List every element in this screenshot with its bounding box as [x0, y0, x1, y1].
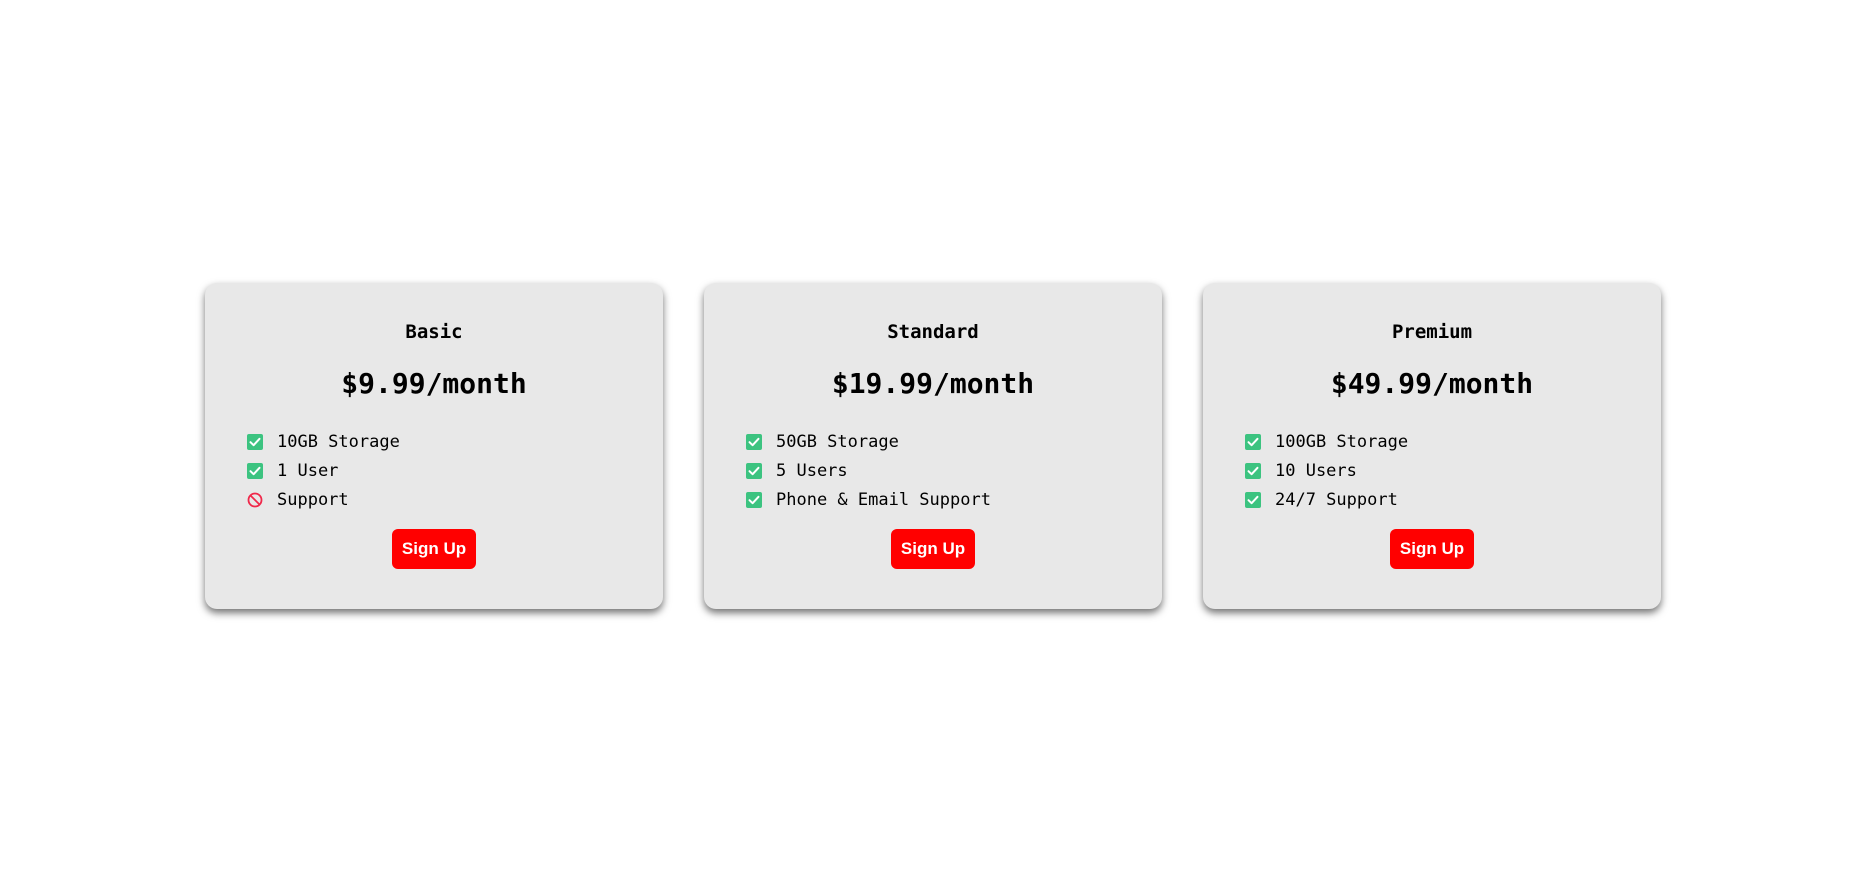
plan-price: $19.99/month [831, 367, 1035, 400]
feature-item: 50GB Storage [746, 427, 991, 456]
pricing-card-standard: Standard $19.99/month 50GB Storage 5 Use… [704, 283, 1162, 609]
check-box-icon [1245, 433, 1261, 450]
plan-price: $9.99/month [341, 367, 527, 400]
feature-item: 10 Users [1245, 456, 1408, 485]
feature-item: 100GB Storage [1245, 427, 1408, 456]
feature-item: Support [247, 485, 400, 514]
check-box-icon [1245, 462, 1261, 479]
feature-item: 1 User [247, 456, 400, 485]
check-box-icon [247, 433, 263, 450]
check-box-icon [1245, 491, 1261, 508]
feature-text: 1 User [277, 460, 339, 481]
pricing-card-basic: Basic $9.99/month 10GB Storage 1 User Su… [205, 283, 663, 609]
pricing-cards: Basic $9.99/month 10GB Storage 1 User Su… [205, 283, 1661, 609]
feature-text: Support [277, 489, 349, 510]
feature-item: 5 Users [746, 456, 991, 485]
feature-item: 10GB Storage [247, 427, 400, 456]
feature-text: 5 Users [776, 460, 848, 481]
feature-list: 50GB Storage 5 Users Phone & Email Suppo… [746, 427, 991, 514]
feature-text: 10GB Storage [277, 431, 400, 452]
feature-item: 24/7 Support [1245, 485, 1408, 514]
feature-text: 100GB Storage [1275, 431, 1409, 452]
feature-text: 10 Users [1275, 460, 1357, 481]
check-box-icon [247, 462, 263, 479]
check-box-icon [746, 433, 762, 450]
sign-up-button[interactable]: Sign Up [1390, 529, 1474, 569]
feature-list: 10GB Storage 1 User Support [247, 427, 400, 514]
check-box-icon [746, 491, 762, 508]
prohibited-icon [247, 492, 263, 508]
feature-list: 100GB Storage 10 Users 24/7 Support [1245, 427, 1408, 514]
plan-name: Premium [1391, 321, 1473, 343]
sign-up-button[interactable]: Sign Up [392, 529, 476, 569]
feature-text: 50GB Storage [776, 431, 899, 452]
pricing-card-premium: Premium $49.99/month 100GB Storage 10 Us… [1203, 283, 1661, 609]
plan-name: Basic [405, 321, 463, 343]
feature-text: 24/7 Support [1275, 489, 1398, 510]
plan-price: $49.99/month [1330, 367, 1534, 400]
plan-name: Standard [887, 321, 979, 343]
check-box-icon [746, 462, 762, 479]
sign-up-button[interactable]: Sign Up [891, 529, 975, 569]
feature-item: Phone & Email Support [746, 485, 991, 514]
feature-text: Phone & Email Support [776, 489, 991, 510]
